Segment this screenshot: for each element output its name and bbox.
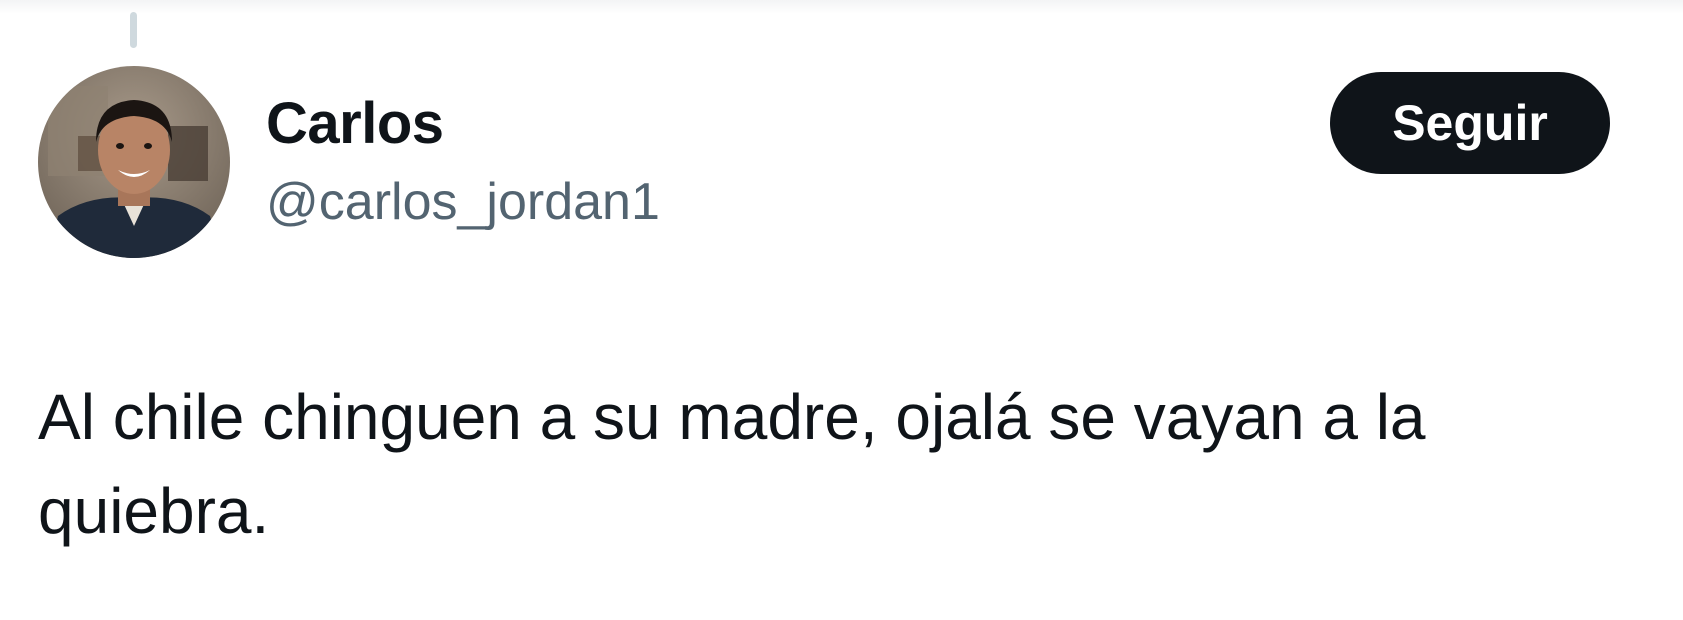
author-display-name[interactable]: Carlos <box>266 88 444 160</box>
author-handle[interactable]: @carlos_jordan1 <box>266 168 660 236</box>
tweet-text: Al chile chinguen a su madre, ojalá se v… <box>38 381 1426 547</box>
profile-photo-icon <box>38 66 230 258</box>
follow-button[interactable]: Seguir <box>1330 72 1610 174</box>
avatar[interactable] <box>38 66 230 258</box>
thread-connector-line <box>130 12 137 48</box>
top-divider <box>0 0 1683 14</box>
